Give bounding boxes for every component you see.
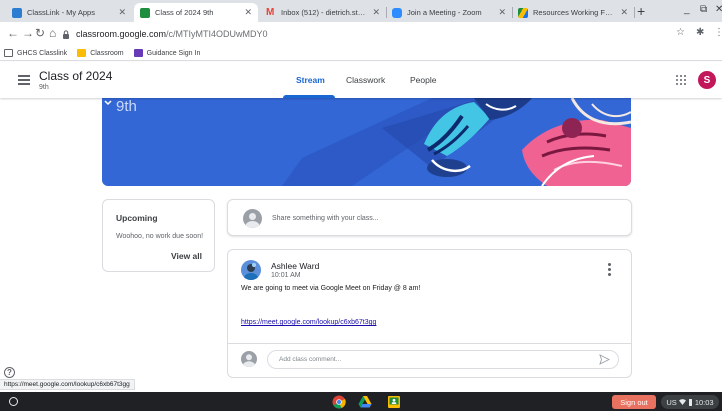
browser-menu-icon[interactable]: ⋮ (714, 27, 722, 38)
link-status-bubble: https://meet.google.com/lookup/c6xb67t3g… (0, 379, 135, 390)
back-arrow-icon[interactable]: ← (7, 26, 19, 40)
divider (228, 343, 631, 344)
help-icon[interactable]: ? (4, 367, 15, 378)
home-icon[interactable]: ⌂ (49, 26, 56, 40)
hamburger-menu-icon[interactable] (18, 75, 30, 85)
class-section: 9th (39, 84, 49, 91)
author-avatar (241, 260, 261, 280)
comment-placeholder: Add class comment... (279, 356, 342, 363)
bookmark-star-icon[interactable]: ☆ (676, 27, 685, 38)
close-icon[interactable]: ✕ (118, 7, 126, 18)
tab-classwork[interactable]: Classwork (346, 75, 385, 85)
upcoming-title: Upcoming (116, 213, 158, 223)
sneakers-illustration (282, 98, 631, 186)
bookmark-label: Classroom (90, 49, 124, 57)
wifi-icon (679, 399, 687, 405)
url-path: /c/MTIyMTI4ODUwMDY0 (166, 29, 268, 39)
banner-section-label: 9th (116, 98, 137, 115)
bookmark-label: Guidance Sign In (146, 49, 201, 57)
browser-tab-strip: ClassLink - My Apps ✕ Class of 2024 9th … (0, 0, 722, 22)
url-host: classroom.google.com (76, 29, 167, 39)
classroom-app-icon[interactable] (387, 395, 401, 409)
post-time: 10:01 AM (271, 272, 301, 279)
launcher-icon[interactable] (9, 397, 18, 406)
bookmark-guidance-sign-in[interactable]: Guidance Sign In (133, 49, 201, 57)
class-banner: 9th (102, 98, 631, 186)
user-avatar-icon (241, 351, 257, 367)
class-comment-input[interactable]: Add class comment... (267, 350, 619, 369)
class-name[interactable]: Class of 2024 (39, 69, 112, 83)
lock-icon (63, 29, 69, 39)
meet-link[interactable]: https://meet.google.com/lookup/c6xb67t3g… (241, 319, 376, 326)
tab-stream[interactable]: Stream (296, 75, 325, 85)
clock: 10:03 (694, 397, 714, 407)
tab-title: Class of 2024 9th (155, 8, 214, 17)
locale-indicator: US (666, 397, 677, 407)
upcoming-card: Upcoming Woohoo, no work due soon! View … (102, 199, 215, 272)
browser-tab-classroom[interactable]: Class of 2024 9th ✕ (134, 3, 258, 22)
sign-out-button[interactable]: Sign out (612, 395, 656, 409)
forms-bookmark-icon (133, 49, 143, 57)
chrome-app-icon[interactable] (332, 395, 346, 409)
close-icon[interactable]: ✕ (244, 7, 252, 18)
upcoming-message: Woohoo, no work due soon! (116, 233, 204, 240)
bookmark-classroom[interactable]: Classroom (77, 49, 124, 57)
os-shelf: Sign out US 10:03 (0, 392, 722, 411)
restore-icon[interactable]: ⧉ (700, 4, 707, 15)
browser-tab-zoom[interactable]: Join a Meeting - Zoom ✕ (386, 3, 512, 22)
close-icon[interactable]: ✕ (372, 7, 380, 18)
drive-app-icon[interactable] (358, 395, 372, 409)
close-icon[interactable]: ✕ (498, 7, 506, 18)
active-tab-indicator (283, 95, 335, 98)
post-author: Ashlee Ward (271, 261, 320, 271)
window-close-icon[interactable]: ✕ (715, 4, 722, 15)
reload-icon[interactable]: ↻ (35, 26, 45, 40)
bookmarks-bar: GHCS Classlink Classroom Guidance Sign I… (0, 46, 722, 61)
close-icon[interactable]: ✕ (620, 7, 628, 18)
classroom-bookmark-icon (77, 49, 87, 57)
tab-title: Resources Working Folder - Goo (533, 8, 614, 17)
folder-icon (4, 49, 13, 57)
forward-arrow-icon[interactable]: → (22, 26, 34, 40)
announcement-post: Ashlee Ward 10:01 AM We are going to mee… (227, 249, 632, 378)
address-bar[interactable]: classroom.google.com/c/MTIyMTI4ODUwMDY0 (62, 25, 662, 43)
browser-toolbar: ← → ↻ ⌂ classroom.google.com/c/MTIyMTI4O… (0, 22, 722, 46)
user-avatar-icon (243, 209, 262, 228)
view-all-link[interactable]: View all (171, 251, 202, 261)
more-options-icon[interactable] (608, 263, 611, 276)
classlink-favicon-icon (12, 7, 22, 18)
browser-tab-classlink[interactable]: ClassLink - My Apps ✕ (6, 3, 132, 22)
google-apps-icon[interactable] (676, 75, 686, 85)
share-announcement-box[interactable]: Share something with your class... (227, 199, 632, 236)
new-tab-plus-icon[interactable]: + (637, 3, 645, 19)
browser-tab-drive[interactable]: Resources Working Folder - Goo ✕ (512, 3, 634, 22)
browser-tab-gmail[interactable]: M Inbox (512) - dietrich.student@ ✕ (260, 3, 386, 22)
chevron-down-icon[interactable] (102, 98, 114, 108)
classroom-favicon-icon (140, 7, 150, 18)
send-icon[interactable] (599, 354, 610, 365)
tab-title: Inbox (512) - dietrich.student@ (281, 8, 367, 17)
drive-favicon-icon (518, 7, 528, 18)
zoom-favicon-icon (392, 7, 402, 18)
battery-icon (689, 398, 693, 406)
status-tray[interactable]: US 10:03 (661, 395, 719, 409)
tab-title: Join a Meeting - Zoom (407, 8, 482, 17)
classroom-header: Class of 2024 9th Stream Classwork Peopl… (0, 62, 722, 98)
tab-people[interactable]: People (410, 75, 436, 85)
bookmark-ghcs-classlink[interactable]: GHCS Classlink (4, 49, 67, 57)
extensions-puzzle-icon[interactable]: ✱ (696, 27, 704, 38)
tab-title: ClassLink - My Apps (27, 8, 95, 17)
account-avatar[interactable]: S (698, 71, 716, 89)
post-body: We are going to meet via Google Meet on … (241, 285, 421, 292)
gmail-favicon-icon: M (266, 6, 275, 18)
bookmark-label: GHCS Classlink (17, 49, 68, 57)
share-placeholder: Share something with your class... (272, 215, 379, 222)
minimize-icon[interactable]: _ (684, 4, 690, 15)
